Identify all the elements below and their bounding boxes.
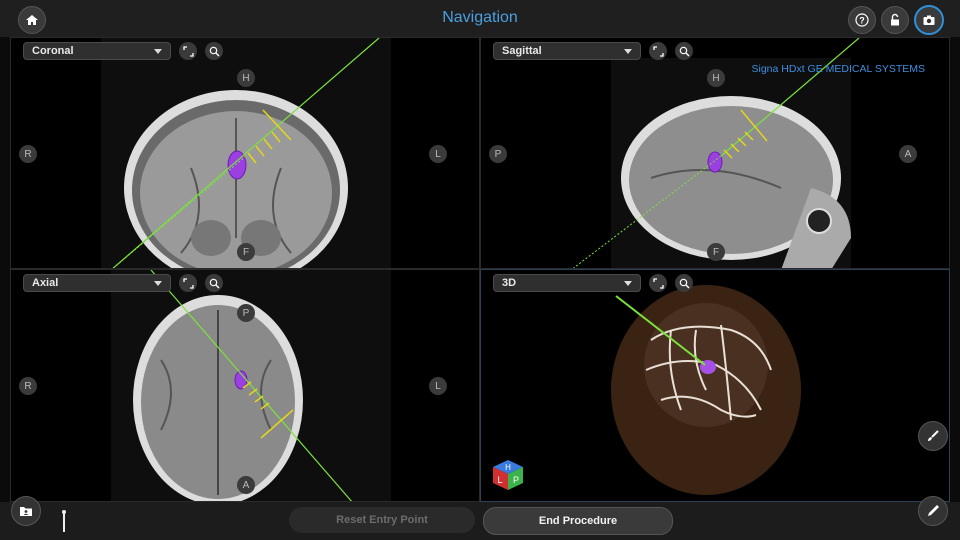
sagittal-zoom-button[interactable] (675, 42, 693, 60)
coronal-view-select[interactable]: Coronal (23, 42, 171, 60)
sagittal-orient-right: A (899, 145, 917, 163)
axial-orient-bottom: A (237, 476, 255, 494)
sagittal-expand-button[interactable] (649, 42, 667, 60)
three-d-viewport[interactable]: H L P 3D (480, 269, 950, 502)
end-procedure-button[interactable]: End Procedure (483, 507, 673, 535)
axial-view-label: Axial (32, 277, 59, 289)
sagittal-toolbar: Sagittal (493, 42, 693, 60)
brush-icon (928, 430, 939, 441)
zoom-icon (679, 278, 689, 288)
three-d-toolbar: 3D (493, 274, 693, 292)
probe-icon (62, 510, 66, 532)
axial-expand-button[interactable] (179, 274, 197, 292)
camera-icon (923, 15, 935, 25)
coronal-expand-button[interactable] (179, 42, 197, 60)
coronal-orient-top: H (237, 69, 255, 87)
svg-text:?: ? (859, 16, 865, 26)
chevron-down-icon (154, 280, 162, 286)
zoom-icon (209, 46, 219, 56)
orientation-cube: H L P (493, 460, 523, 490)
expand-icon (182, 45, 194, 57)
coronal-toolbar: Coronal (23, 42, 223, 60)
sagittal-view-select[interactable]: Sagittal (493, 42, 641, 60)
axial-orient-top: P (237, 304, 255, 322)
sagittal-orient-top: H (707, 69, 725, 87)
home-button[interactable] (18, 6, 46, 34)
coronal-orient-bottom: F (237, 243, 255, 261)
help-button[interactable]: ? (848, 6, 876, 34)
axial-orient-left: R (19, 377, 37, 395)
pen-tool-button[interactable] (918, 496, 948, 526)
bottom-bar (0, 502, 960, 540)
zoom-icon (679, 46, 689, 56)
axial-view-select[interactable]: Axial (23, 274, 171, 292)
top-bar: Navigation (0, 0, 960, 37)
home-icon (26, 15, 38, 25)
sagittal-view-label: Sagittal (502, 45, 542, 57)
sagittal-viewport[interactable]: Sagittal Signa HDxt GE MEDICAL SYSTEMS H… (480, 37, 950, 269)
three-d-view-select[interactable]: 3D (493, 274, 641, 292)
chevron-down-icon (624, 48, 632, 54)
reset-entry-point-button[interactable]: Reset Entry Point (289, 507, 475, 533)
three-d-expand-button[interactable] (649, 274, 667, 292)
expand-icon (652, 45, 664, 57)
coronal-viewport[interactable]: Coronal H R L F (10, 37, 480, 269)
coronal-zoom-button[interactable] (205, 42, 223, 60)
axial-zoom-button[interactable] (205, 274, 223, 292)
sagittal-orient-bottom: F (707, 243, 725, 261)
cube-label-c: P (513, 475, 519, 485)
axial-orient-right: L (429, 377, 447, 395)
pen-icon (928, 505, 939, 516)
expand-icon (182, 277, 194, 289)
cube-label-b: L (497, 475, 502, 485)
screenshot-button[interactable] (914, 5, 944, 35)
three-d-zoom-button[interactable] (675, 274, 693, 292)
chevron-down-icon (154, 48, 162, 54)
axial-toolbar: Axial (23, 274, 223, 292)
page-title: Navigation (442, 9, 518, 26)
three-d-render: H L P (493, 285, 801, 495)
axial-viewport[interactable]: Axial P R L A (10, 269, 480, 502)
scanner-info: Signa HDxt GE MEDICAL SYSTEMS (751, 63, 926, 75)
cube-label-a: H (505, 463, 511, 472)
sagittal-orient-left: P (489, 145, 507, 163)
coronal-orient-right: L (429, 145, 447, 163)
brush-tool-button[interactable] (918, 421, 948, 451)
folder-icon (20, 507, 32, 516)
zoom-icon (209, 278, 219, 288)
expand-icon (652, 277, 664, 289)
help-icon: ? (855, 13, 869, 27)
chevron-down-icon (624, 280, 632, 286)
lock-icon (891, 13, 899, 26)
coronal-view-label: Coronal (32, 45, 74, 57)
patient-folder-button[interactable] (11, 496, 41, 526)
three-d-view-label: 3D (502, 277, 517, 289)
coronal-orient-left: R (19, 145, 37, 163)
unlock-button[interactable] (881, 6, 909, 34)
